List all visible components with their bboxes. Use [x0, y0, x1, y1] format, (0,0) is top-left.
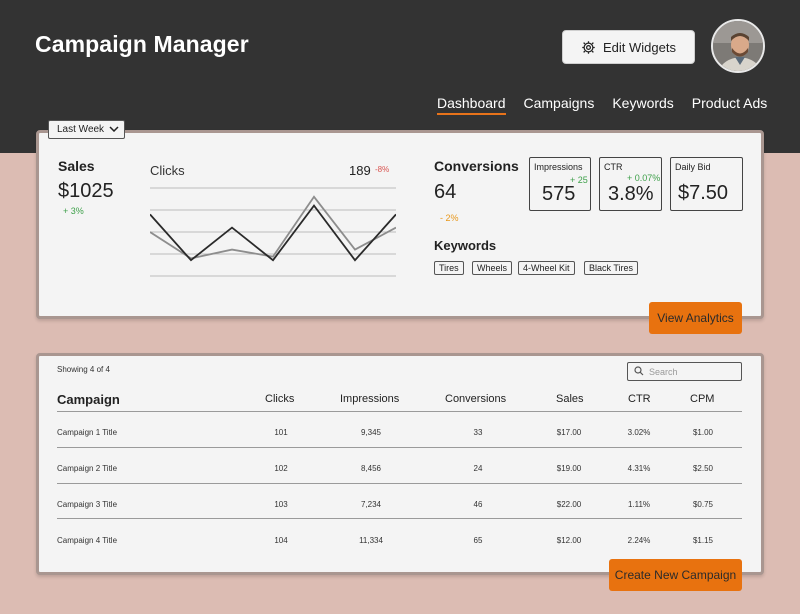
edit-widgets-label: Edit Widgets — [603, 39, 676, 55]
column-header-cpm: CPM — [690, 393, 715, 405]
table-cell-impressions: 8,456 — [360, 464, 382, 473]
search-input[interactable]: Search — [627, 362, 742, 381]
table-cell-campaign: Campaign 3 Title — [57, 500, 118, 509]
table-cell-conversions: 65 — [473, 536, 483, 545]
table-cell-campaign: Campaign 1 Title — [57, 428, 118, 437]
conversions-delta: - 2% — [440, 213, 459, 223]
daily-bid-value: $7.50 — [678, 182, 729, 204]
impressions-label: Impressions — [534, 162, 583, 172]
avatar[interactable] — [711, 19, 765, 73]
impressions-widget: Impressions + 25 575 — [529, 157, 591, 211]
showing-count: Showing 4 of 4 — [57, 365, 110, 374]
table-cell-conversions: 24 — [473, 464, 483, 473]
clicks-delta: -8% — [375, 165, 390, 174]
keyword-tag[interactable]: Wheels — [472, 261, 513, 275]
sales-delta: + 3% — [63, 206, 84, 216]
table-cell-clicks: 102 — [274, 464, 288, 473]
clicks-value: 189 — [349, 163, 371, 178]
view-analytics-button[interactable]: View Analytics — [649, 302, 742, 334]
table-cell-impressions: 9,345 — [360, 428, 382, 437]
nav-dashboard[interactable]: Dashboard — [437, 95, 506, 115]
table-cell-campaign: Campaign 2 Title — [57, 464, 118, 473]
column-header-clicks: Clicks — [265, 393, 295, 405]
row-divider — [57, 483, 742, 484]
chart-lines — [150, 195, 396, 262]
table-cell-sales: $17.00 — [556, 428, 582, 437]
chevron-down-icon — [109, 124, 119, 135]
conversions-label: Conversions — [434, 158, 519, 174]
ctr-delta: + 0.07% — [627, 173, 661, 183]
table-cell-campaign: Campaign 4 Title — [57, 536, 118, 545]
impressions-value: 575 — [542, 183, 576, 205]
table-cell-conversions: 46 — [473, 500, 483, 509]
keyword-tag[interactable]: 4-Wheel Kit — [518, 261, 575, 275]
table-cell-conversions: 33 — [473, 428, 483, 437]
sales-value: $1025 — [58, 180, 114, 202]
app-title: Campaign Manager — [35, 31, 249, 57]
ctr-label: CTR — [604, 162, 623, 172]
nav-product-ads[interactable]: Product Ads — [692, 95, 768, 115]
keywords-label: Keywords — [434, 238, 497, 253]
period-dropdown[interactable]: Last Week — [48, 120, 125, 139]
main-nav: Dashboard Campaigns Keywords Product Ads — [437, 95, 767, 115]
table-cell-ctr: 2.24% — [627, 536, 651, 545]
table-cell-clicks: 103 — [274, 500, 288, 509]
table-cell-sales: $19.00 — [556, 464, 582, 473]
conversions-value: 64 — [434, 181, 457, 203]
table-cell-clicks: 101 — [274, 428, 288, 437]
table-cell-clicks: 104 — [274, 536, 288, 545]
ctr-widget: CTR + 0.07% 3.8% — [599, 157, 662, 211]
table-cell-sales: $12.00 — [556, 536, 582, 545]
column-header-sales: Sales — [556, 393, 584, 405]
table-cell-cpm: $1.00 — [692, 428, 714, 437]
table-cell-ctr: 1.11% — [627, 500, 651, 509]
clicks-label: Clicks — [150, 163, 185, 178]
sales-label: Sales — [58, 158, 95, 174]
nav-keywords[interactable]: Keywords — [612, 95, 673, 115]
table-cell-cpm: $0.75 — [692, 500, 714, 509]
daily-bid-widget: Daily Bid $7.50 — [670, 157, 743, 211]
row-divider — [57, 447, 742, 448]
chart-series-line — [150, 204, 396, 262]
table-cell-cpm: $1.15 — [692, 536, 714, 545]
ctr-value: 3.8% — [608, 183, 654, 205]
keyword-tag[interactable]: Tires — [434, 261, 464, 275]
create-campaign-button[interactable]: Create New Campaign — [609, 559, 742, 591]
edit-widgets-button[interactable]: Edit Widgets — [562, 30, 695, 64]
table-cell-ctr: 4.31% — [627, 464, 651, 473]
nav-campaigns[interactable]: Campaigns — [524, 95, 595, 115]
gear-icon — [581, 40, 596, 55]
daily-bid-label: Daily Bid — [675, 162, 711, 172]
chart-series-line — [150, 195, 396, 260]
header-divider — [57, 411, 742, 412]
table-cell-sales: $22.00 — [556, 500, 582, 509]
keyword-tag[interactable]: Black Tires — [584, 261, 639, 275]
period-label: Last Week — [57, 124, 105, 135]
column-header-campaign: Campaign — [57, 392, 120, 407]
chart-grid — [150, 187, 396, 277]
search-icon — [634, 365, 644, 378]
table-cell-impressions: 11,334 — [359, 536, 383, 545]
column-header-impressions: Impressions — [340, 393, 400, 405]
column-header-ctr: CTR — [628, 393, 651, 405]
column-header-conversions: Conversions — [445, 393, 507, 405]
table-cell-cpm: $2.50 — [692, 464, 714, 473]
search-placeholder: Search — [649, 366, 678, 377]
table-cell-ctr: 3.02% — [627, 428, 651, 437]
row-divider — [57, 518, 742, 519]
clicks-line-chart — [150, 187, 396, 277]
table-cell-impressions: 7,234 — [360, 500, 382, 509]
